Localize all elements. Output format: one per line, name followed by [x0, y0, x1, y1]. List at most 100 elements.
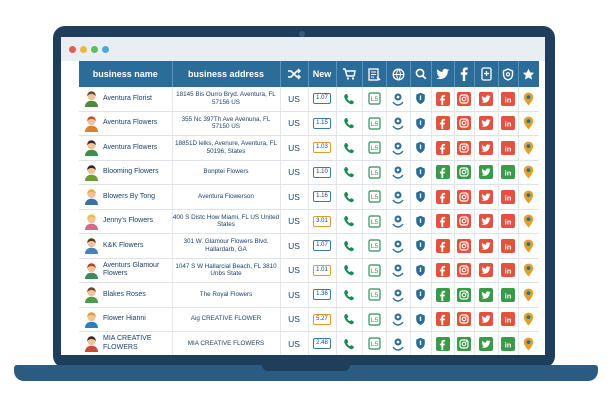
table-row[interactable]: K&K Flowers 301 W. Glamour Flowers Blvd. …	[79, 233, 540, 259]
map-pin-icon[interactable]	[519, 288, 540, 302]
new-value-badge[interactable]: 1.07	[313, 93, 331, 105]
instagram-icon[interactable]	[455, 311, 474, 327]
facebook-icon[interactable]	[432, 91, 454, 107]
verified-shield-icon[interactable]	[411, 166, 431, 179]
map-pin-icon[interactable]	[519, 116, 540, 130]
facebook-icon[interactable]	[432, 189, 454, 205]
listing-badge-icon[interactable]: L5	[363, 337, 386, 350]
column-header-search[interactable]	[410, 61, 432, 87]
location-icon[interactable]	[387, 190, 410, 204]
window-maximize-control[interactable]	[91, 46, 98, 53]
map-pin-icon[interactable]	[519, 312, 540, 326]
linkedin-icon[interactable]: in	[499, 91, 518, 107]
map-pin-icon[interactable]	[519, 165, 540, 179]
linkedin-icon[interactable]: in	[499, 140, 518, 156]
new-value-badge[interactable]: 1.15	[313, 117, 331, 129]
table-row[interactable]: Aventura Flowers 355 Nc 397Th Ave Avenuna…	[79, 111, 539, 136]
facebook-icon[interactable]	[432, 140, 454, 156]
location-icon[interactable]	[387, 214, 410, 228]
listing-badge-icon[interactable]: L5	[363, 264, 386, 277]
business-name[interactable]: Aventura Florist	[103, 95, 152, 103]
map-pin-icon[interactable]	[519, 214, 540, 228]
location-icon[interactable]	[387, 141, 410, 155]
phone-icon[interactable]	[337, 93, 362, 105]
linkedin-icon[interactable]: in	[499, 238, 518, 254]
instagram-icon[interactable]	[455, 189, 474, 205]
facebook-icon[interactable]	[432, 311, 454, 327]
instagram-icon[interactable]	[455, 140, 474, 156]
map-pin-icon[interactable]	[519, 141, 540, 155]
new-value-badge[interactable]: 5.27	[313, 313, 331, 325]
business-name[interactable]: Aventura Flowers	[103, 119, 157, 127]
verified-shield-icon[interactable]	[411, 117, 431, 130]
business-name[interactable]: Blakes Roses	[103, 291, 146, 299]
twitter-icon[interactable]	[475, 91, 498, 107]
map-pin-icon[interactable]	[519, 239, 540, 253]
location-icon[interactable]	[387, 92, 410, 106]
linkedin-icon[interactable]: in	[499, 311, 518, 327]
verified-shield-icon[interactable]	[411, 141, 431, 154]
linkedin-icon[interactable]: in	[499, 189, 518, 205]
phone-icon[interactable]	[337, 313, 362, 325]
twitter-icon[interactable]	[475, 189, 498, 205]
business-name[interactable]: Jenny's Flowers	[103, 217, 153, 225]
table-row[interactable]: Flower Hianni Aig CREATIVE FLOWER US 5.27 L5…	[79, 307, 539, 332]
column-header-shuffle[interactable]	[280, 61, 309, 87]
listing-badge-icon[interactable]: L5	[363, 239, 386, 252]
verified-shield-icon[interactable]	[411, 239, 431, 252]
new-value-badge[interactable]: 1.01	[313, 264, 331, 276]
verified-shield-icon[interactable]	[411, 92, 431, 105]
column-header-globe[interactable]	[386, 61, 411, 87]
window-close-control[interactable]	[69, 46, 76, 53]
business-name[interactable]: K&K Flowers	[103, 242, 143, 250]
instagram-icon[interactable]	[455, 287, 474, 303]
linkedin-icon[interactable]: in	[499, 336, 518, 352]
new-value-badge[interactable]: 2.48	[313, 338, 331, 350]
phone-icon[interactable]	[337, 240, 362, 252]
location-icon[interactable]	[387, 337, 410, 351]
map-pin-icon[interactable]	[519, 190, 540, 204]
map-pin-icon[interactable]	[519, 263, 540, 277]
linkedin-icon[interactable]: in	[499, 164, 518, 180]
location-icon[interactable]	[387, 239, 410, 253]
table-row[interactable]: MIA CREATIVE FLOWERS MIA CREATIVE FLOWERS…	[79, 331, 539, 355]
window-extra-control[interactable]	[102, 46, 109, 53]
listing-badge-icon[interactable]: L5	[363, 215, 386, 228]
business-name[interactable]: MIA CREATIVE FLOWERS	[103, 335, 172, 352]
twitter-icon[interactable]	[475, 311, 498, 327]
twitter-icon[interactable]	[475, 213, 498, 229]
location-icon[interactable]	[387, 263, 410, 277]
new-value-badge[interactable]: 1.16	[313, 191, 331, 203]
new-value-badge[interactable]: 1.36	[313, 289, 331, 301]
listing-badge-icon[interactable]: L5	[363, 288, 386, 301]
location-icon[interactable]	[387, 312, 410, 326]
location-icon[interactable]	[387, 116, 410, 130]
listing-badge-icon[interactable]: L5	[363, 117, 386, 130]
verified-shield-icon[interactable]	[411, 215, 431, 228]
instagram-icon[interactable]	[455, 213, 474, 229]
business-name[interactable]: Flower Hianni	[103, 315, 146, 323]
listing-badge-icon[interactable]: L5	[363, 313, 386, 326]
table-row[interactable]: Blakes Roses The Royal Flowers US 1.36 L5 in	[79, 282, 540, 308]
verified-shield-icon[interactable]	[411, 264, 431, 277]
business-name[interactable]: Aventura Flowers	[103, 144, 157, 152]
column-header-list[interactable]	[362, 61, 387, 87]
phone-icon[interactable]	[337, 264, 362, 276]
facebook-icon[interactable]	[432, 213, 454, 229]
instagram-icon[interactable]	[455, 238, 474, 254]
phone-icon[interactable]	[337, 166, 362, 178]
facebook-icon[interactable]	[432, 262, 454, 278]
phone-icon[interactable]	[337, 142, 362, 154]
window-minimize-control[interactable]	[80, 46, 87, 53]
facebook-icon[interactable]	[432, 115, 454, 131]
column-header-cart[interactable]	[336, 61, 363, 87]
phone-icon[interactable]	[337, 117, 362, 129]
facebook-icon[interactable]	[432, 287, 454, 303]
table-row[interactable]: Blowers By Tong Aventura Flowerson US 1.16 L…	[79, 184, 540, 210]
column-header-shield[interactable]	[498, 61, 519, 87]
listing-badge-icon[interactable]: L5	[363, 166, 386, 179]
new-value-badge[interactable]: 1.07	[313, 240, 331, 252]
column-header-tablet[interactable]	[474, 61, 499, 87]
linkedin-icon[interactable]: in	[499, 115, 518, 131]
column-header-new[interactable]: New	[308, 61, 337, 87]
